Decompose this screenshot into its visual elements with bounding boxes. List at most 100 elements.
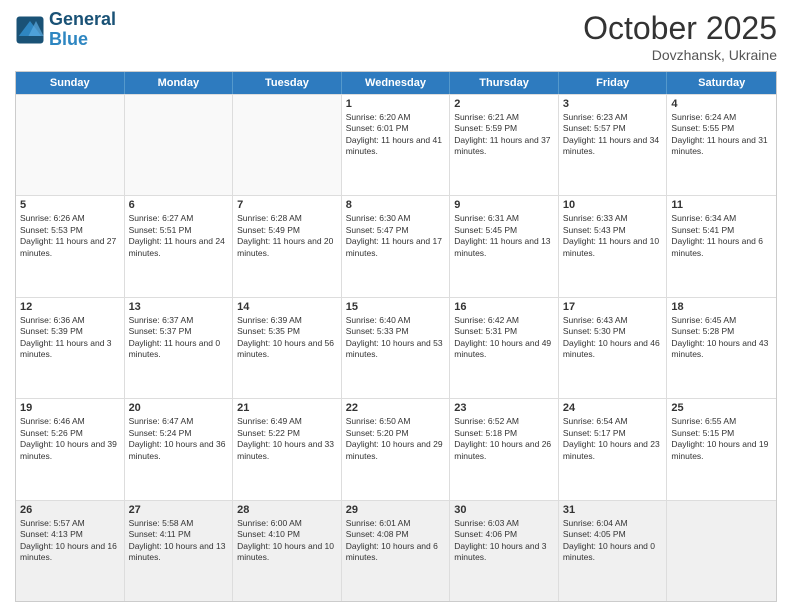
day-cell-27: 27Sunrise: 5:58 AM Sunset: 4:11 PM Dayli… xyxy=(125,501,234,601)
day-info: Sunrise: 6:34 AM Sunset: 5:41 PM Dayligh… xyxy=(671,213,772,259)
day-info: Sunrise: 6:39 AM Sunset: 5:35 PM Dayligh… xyxy=(237,315,337,361)
day-number: 6 xyxy=(129,199,229,211)
day-number: 31 xyxy=(563,504,663,516)
day-number: 13 xyxy=(129,301,229,313)
day-cell-28: 28Sunrise: 6:00 AM Sunset: 4:10 PM Dayli… xyxy=(233,501,342,601)
day-cell-16: 16Sunrise: 6:42 AM Sunset: 5:31 PM Dayli… xyxy=(450,298,559,398)
empty-cell-0-2 xyxy=(233,95,342,195)
calendar-body: 1 Sunrise: 6:20 AM Sunset: 6:01 PM Daylig… xyxy=(16,94,776,601)
day-cell-17: 17 Sunrise: 6:43 AM Sunset: 5:30 PM Dayli… xyxy=(559,298,668,398)
calendar-row-3: 12 Sunrise: 6:36 AM Sunset: 5:39 PM Dayli… xyxy=(16,297,776,398)
day-number: 9 xyxy=(454,199,554,211)
empty-cell-4-6 xyxy=(667,501,776,601)
day-info: Sunrise: 6:23 AM Sunset: 5:57 PM Dayligh… xyxy=(563,112,663,158)
day-number: 17 xyxy=(563,301,663,313)
day-number: 8 xyxy=(346,199,446,211)
day-cell-14: 14 Sunrise: 6:39 AM Sunset: 5:35 PM Dayli… xyxy=(233,298,342,398)
day-cell-18: 18Sunrise: 6:45 AM Sunset: 5:28 PM Dayli… xyxy=(667,298,776,398)
day-cell-19: 19Sunrise: 6:46 AM Sunset: 5:26 PM Dayli… xyxy=(16,399,125,499)
calendar-row-2: 5 Sunrise: 6:26 AM Sunset: 5:53 PM Daylig… xyxy=(16,195,776,296)
day-number: 18 xyxy=(671,301,772,313)
day-cell-21: 21Sunrise: 6:49 AM Sunset: 5:22 PM Dayli… xyxy=(233,399,342,499)
day-number: 7 xyxy=(237,199,337,211)
day-cell-22: 22 Sunrise: 6:50 AM Sunset: 5:20 PM Dayli… xyxy=(342,399,451,499)
day-number: 4 xyxy=(671,98,772,110)
day-info: Sunrise: 6:43 AM Sunset: 5:30 PM Dayligh… xyxy=(563,315,663,361)
day-cell-2: 2 Sunrise: 6:21 AM Sunset: 5:59 PM Daylig… xyxy=(450,95,559,195)
day-info: Sunrise: 6:31 AM Sunset: 5:45 PM Dayligh… xyxy=(454,213,554,259)
day-cell-1: 1 Sunrise: 6:20 AM Sunset: 6:01 PM Daylig… xyxy=(342,95,451,195)
day-number: 24 xyxy=(563,402,663,414)
day-cell-9: 9 Sunrise: 6:31 AM Sunset: 5:45 PM Daylig… xyxy=(450,196,559,296)
day-info: Sunrise: 6:04 AM Sunset: 4:05 PM Dayligh… xyxy=(563,518,663,564)
day-info: Sunrise: 6:55 AM Sunset: 5:15 PM Dayligh… xyxy=(671,416,772,462)
calendar-header: SundayMondayTuesdayWednesdayThursdayFrid… xyxy=(16,72,776,94)
day-number: 22 xyxy=(346,402,446,414)
logo-text: General Blue xyxy=(49,10,116,50)
day-info: Sunrise: 6:40 AM Sunset: 5:33 PM Dayligh… xyxy=(346,315,446,361)
day-number: 25 xyxy=(671,402,772,414)
day-number: 14 xyxy=(237,301,337,313)
day-info: Sunrise: 6:24 AM Sunset: 5:55 PM Dayligh… xyxy=(671,112,772,158)
day-number: 10 xyxy=(563,199,663,211)
empty-cell-0-1 xyxy=(125,95,234,195)
calendar-row-5: 26Sunrise: 5:57 AM Sunset: 4:13 PM Dayli… xyxy=(16,500,776,601)
day-info: Sunrise: 6:49 AM Sunset: 5:22 PM Dayligh… xyxy=(237,416,337,462)
day-cell-6: 6Sunrise: 6:27 AM Sunset: 5:51 PM Daylig… xyxy=(125,196,234,296)
day-cell-4: 4 Sunrise: 6:24 AM Sunset: 5:55 PM Daylig… xyxy=(667,95,776,195)
day-cell-11: 11 Sunrise: 6:34 AM Sunset: 5:41 PM Dayli… xyxy=(667,196,776,296)
day-cell-31: 31 Sunrise: 6:04 AM Sunset: 4:05 PM Dayli… xyxy=(559,501,668,601)
day-number: 1 xyxy=(346,98,446,110)
logo-icon xyxy=(15,15,45,45)
day-cell-29: 29Sunrise: 6:01 AM Sunset: 4:08 PM Dayli… xyxy=(342,501,451,601)
day-number: 23 xyxy=(454,402,554,414)
day-number: 3 xyxy=(563,98,663,110)
day-number: 15 xyxy=(346,301,446,313)
day-number: 28 xyxy=(237,504,337,516)
day-info: Sunrise: 6:52 AM Sunset: 5:18 PM Dayligh… xyxy=(454,416,554,462)
header-day-monday: Monday xyxy=(125,72,234,94)
day-info: Sunrise: 5:58 AM Sunset: 4:11 PM Dayligh… xyxy=(129,518,229,564)
calendar-row-1: 1 Sunrise: 6:20 AM Sunset: 6:01 PM Daylig… xyxy=(16,94,776,195)
calendar: SundayMondayTuesdayWednesdayThursdayFrid… xyxy=(15,71,777,602)
subtitle: Dovzhansk, Ukraine xyxy=(583,47,777,63)
day-number: 30 xyxy=(454,504,554,516)
day-cell-3: 3 Sunrise: 6:23 AM Sunset: 5:57 PM Daylig… xyxy=(559,95,668,195)
day-number: 16 xyxy=(454,301,554,313)
header-day-friday: Friday xyxy=(559,72,668,94)
header-day-sunday: Sunday xyxy=(16,72,125,94)
day-info: Sunrise: 6:26 AM Sunset: 5:53 PM Dayligh… xyxy=(20,213,120,259)
day-info: Sunrise: 6:47 AM Sunset: 5:24 PM Dayligh… xyxy=(129,416,229,462)
day-number: 5 xyxy=(20,199,120,211)
day-cell-8: 8 Sunrise: 6:30 AM Sunset: 5:47 PM Daylig… xyxy=(342,196,451,296)
day-info: Sunrise: 6:50 AM Sunset: 5:20 PM Dayligh… xyxy=(346,416,446,462)
day-cell-13: 13 Sunrise: 6:37 AM Sunset: 5:37 PM Dayli… xyxy=(125,298,234,398)
day-info: Sunrise: 6:36 AM Sunset: 5:39 PM Dayligh… xyxy=(20,315,120,361)
day-info: Sunrise: 6:20 AM Sunset: 6:01 PM Dayligh… xyxy=(346,112,446,158)
day-cell-23: 23 Sunrise: 6:52 AM Sunset: 5:18 PM Dayli… xyxy=(450,399,559,499)
day-info: Sunrise: 6:30 AM Sunset: 5:47 PM Dayligh… xyxy=(346,213,446,259)
empty-cell-0-0 xyxy=(16,95,125,195)
header-day-tuesday: Tuesday xyxy=(233,72,342,94)
header-day-saturday: Saturday xyxy=(667,72,776,94)
day-number: 11 xyxy=(671,199,772,211)
day-cell-26: 26Sunrise: 5:57 AM Sunset: 4:13 PM Dayli… xyxy=(16,501,125,601)
page: General Blue October 2025 Dovzhansk, Ukr… xyxy=(0,0,792,612)
day-info: Sunrise: 6:03 AM Sunset: 4:06 PM Dayligh… xyxy=(454,518,554,564)
day-cell-7: 7Sunrise: 6:28 AM Sunset: 5:49 PM Daylig… xyxy=(233,196,342,296)
day-cell-24: 24 Sunrise: 6:54 AM Sunset: 5:17 PM Dayli… xyxy=(559,399,668,499)
header-day-thursday: Thursday xyxy=(450,72,559,94)
day-info: Sunrise: 6:01 AM Sunset: 4:08 PM Dayligh… xyxy=(346,518,446,564)
day-cell-30: 30 Sunrise: 6:03 AM Sunset: 4:06 PM Dayli… xyxy=(450,501,559,601)
day-cell-20: 20Sunrise: 6:47 AM Sunset: 5:24 PM Dayli… xyxy=(125,399,234,499)
day-cell-5: 5 Sunrise: 6:26 AM Sunset: 5:53 PM Daylig… xyxy=(16,196,125,296)
day-number: 2 xyxy=(454,98,554,110)
day-info: Sunrise: 6:37 AM Sunset: 5:37 PM Dayligh… xyxy=(129,315,229,361)
day-info: Sunrise: 5:57 AM Sunset: 4:13 PM Dayligh… xyxy=(20,518,120,564)
month-title: October 2025 xyxy=(583,10,777,47)
day-number: 12 xyxy=(20,301,120,313)
header-day-wednesday: Wednesday xyxy=(342,72,451,94)
day-info: Sunrise: 6:54 AM Sunset: 5:17 PM Dayligh… xyxy=(563,416,663,462)
day-number: 19 xyxy=(20,402,120,414)
day-info: Sunrise: 6:21 AM Sunset: 5:59 PM Dayligh… xyxy=(454,112,554,158)
